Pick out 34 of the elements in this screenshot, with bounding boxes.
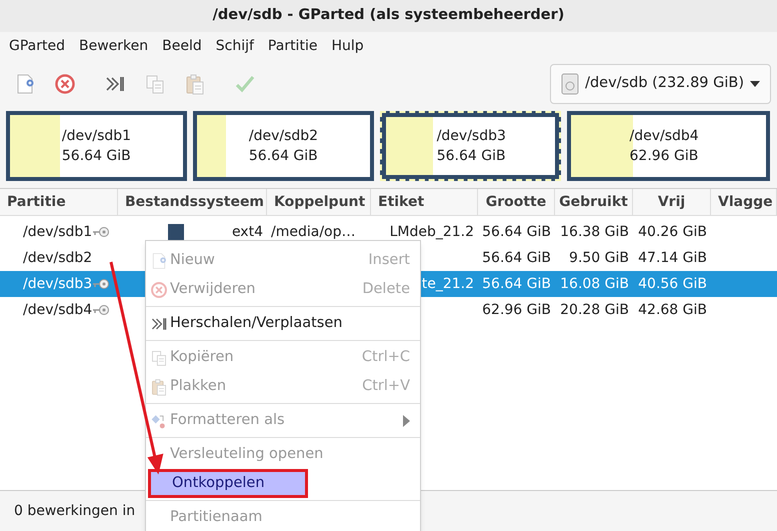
- table-cell-text: 9.50 GiB: [569, 248, 629, 268]
- table-cell-text: LMdeb_21.2: [390, 222, 474, 242]
- shortcut-text: Ctrl+V: [362, 376, 410, 396]
- table-cell-text: 47.14 GiB: [638, 248, 707, 268]
- partition-name: /dev/sdb3: [436, 127, 507, 146]
- table-cell-text: ext4: [232, 222, 263, 242]
- shortcut-text: Delete: [362, 280, 410, 299]
- partition-size: 56.64 GiB: [248, 147, 319, 166]
- partition-name: /dev/sdb2: [248, 127, 320, 146]
- partition-size: 62.96 GiB: [630, 147, 700, 166]
- table-cell-text: 40.26 GiB: [638, 222, 707, 242]
- table-cell-text: 16.38 GiB: [560, 222, 629, 242]
- table-cell: /media/op…: [271, 224, 356, 240]
- window-title: /dev/sdb - GParted (als systeembeheerder): [212, 6, 564, 26]
- status-text: 0 bewerkingen in: [14, 502, 136, 520]
- table-cell-text: 62.96 GiB: [482, 300, 551, 320]
- table-cell-text: /dev/sdb2: [23, 248, 92, 268]
- table-cell-text: 56.64 GiB: [482, 248, 551, 268]
- table-cell-text: 16.08 GiB: [560, 274, 629, 294]
- partition-name: /dev/sdb1: [62, 127, 132, 146]
- shortcut-text: Insert: [368, 250, 410, 270]
- table-cell-text: 42.68 GiB: [638, 300, 707, 320]
- table-cell-text: te_21.2: [422, 274, 474, 294]
- table-cell-text: /dev/sdb3: [23, 274, 92, 294]
- shortcut-text: Ctrl+C: [362, 348, 410, 367]
- table-cell-text: 40.56 GiB: [638, 274, 707, 294]
- table-cell-text: /dev/sdb4: [23, 300, 92, 320]
- table-cell-text: 56.64 GiB: [482, 274, 551, 294]
- table-cell-text: 56.64 GiB: [482, 222, 551, 242]
- partition-name: /dev/sdb4: [630, 127, 700, 146]
- table-cell-text: 20.28 GiB: [560, 300, 629, 320]
- table-cell-text: /dev/sdb1: [23, 222, 92, 242]
- partition-size: 56.64 GiB: [436, 147, 507, 166]
- partition-size: 56.64 GiB: [62, 147, 132, 166]
